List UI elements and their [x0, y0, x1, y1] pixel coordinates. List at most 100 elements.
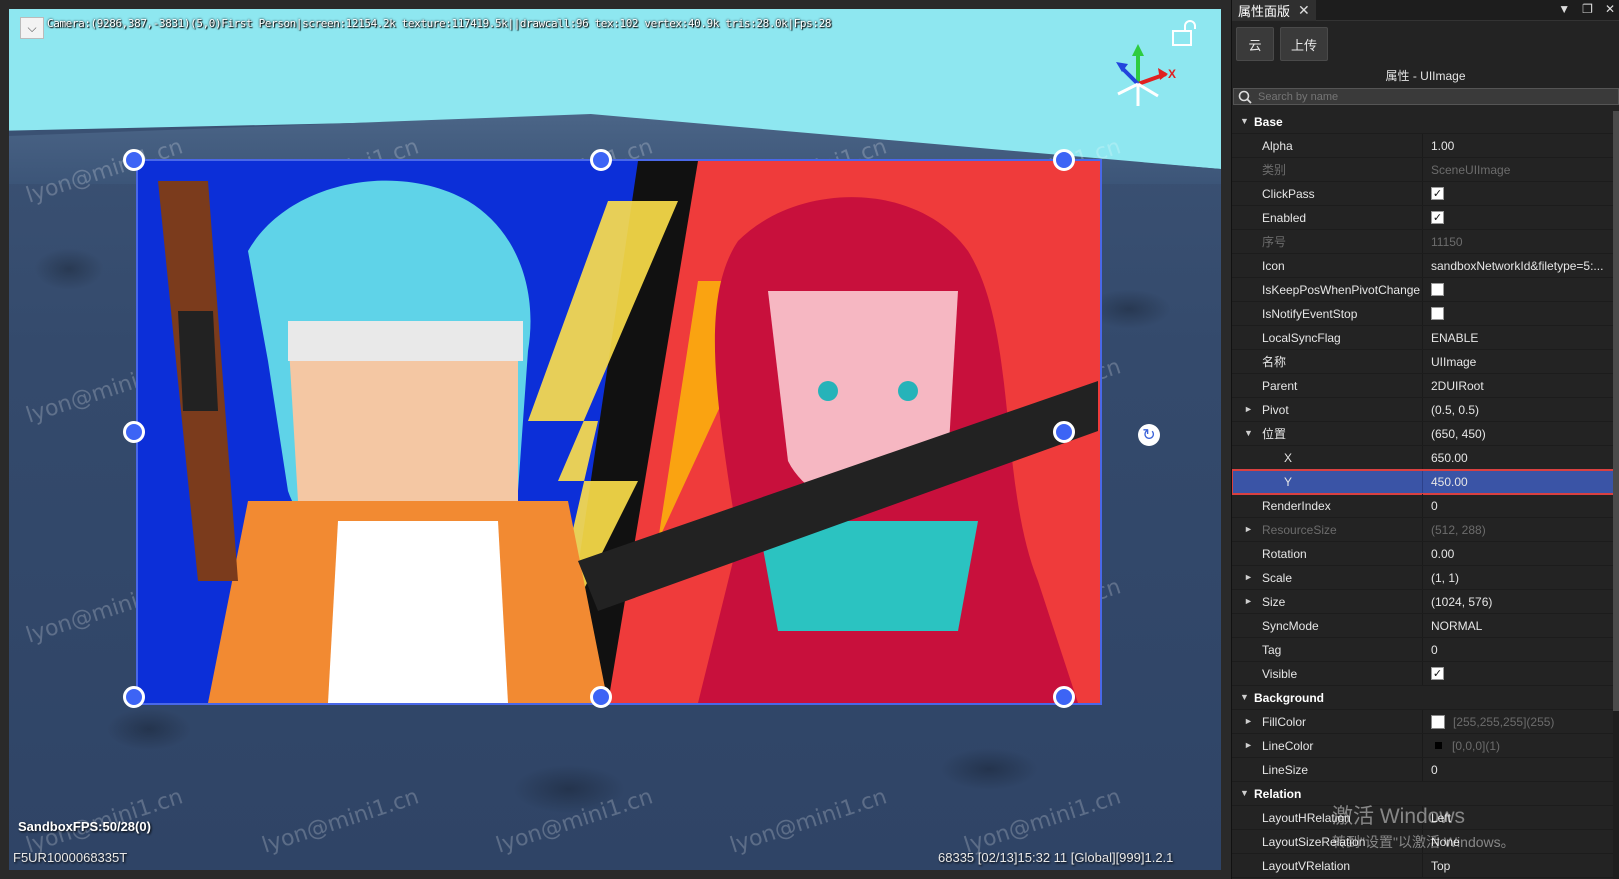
- caret-down-icon[interactable]: ▼: [1244, 428, 1253, 438]
- prop-parent[interactable]: Parent 2DUIRoot: [1232, 374, 1619, 398]
- upload-button[interactable]: 上传: [1280, 27, 1329, 61]
- scrollbar-thumb[interactable]: [1613, 111, 1619, 711]
- watermark: lyon@mini1.cn: [961, 784, 1125, 859]
- enabled-checkbox[interactable]: ✓: [1431, 211, 1444, 224]
- keeppos-checkbox[interactable]: [1431, 283, 1444, 296]
- panel-window-controls: ▼ ❐ ✕: [1558, 2, 1615, 16]
- prop-position[interactable]: ▼ 位置 (650, 450): [1232, 422, 1619, 446]
- prop-localsync[interactable]: LocalSyncFlag ENABLE: [1232, 326, 1619, 350]
- prop-vrelation[interactable]: LayoutVRelation Top: [1232, 854, 1619, 878]
- prop-visible[interactable]: Visible ✓: [1232, 662, 1619, 686]
- prop-icon[interactable]: Icon sandboxNetworkId&filetype=5:...: [1232, 254, 1619, 278]
- prop-alpha[interactable]: Alpha 1.00: [1232, 134, 1619, 158]
- caret-right-icon[interactable]: ►: [1244, 404, 1253, 414]
- section-base[interactable]: ▼ Base: [1232, 110, 1619, 134]
- pivot-value[interactable]: (0.5, 0.5): [1422, 398, 1619, 421]
- build-status: 68335 [02/13]15:32 11 [Global][999]1.2.1: [938, 850, 1174, 865]
- prop-clickpass[interactable]: ClickPass ✓: [1232, 182, 1619, 206]
- linesize-value[interactable]: 0: [1422, 758, 1619, 781]
- vrelation-value[interactable]: Top: [1422, 854, 1619, 877]
- caret-down-icon: ▼: [1240, 692, 1249, 702]
- prop-syncmode[interactable]: SyncMode NORMAL: [1232, 614, 1619, 638]
- renderindex-value[interactable]: 0: [1422, 494, 1619, 517]
- prop-pivot[interactable]: ► Pivot (0.5, 0.5): [1232, 398, 1619, 422]
- prop-keeppos[interactable]: IsKeepPosWhenPivotChange: [1232, 278, 1619, 302]
- prop-notifystop[interactable]: IsNotifyEventStop: [1232, 302, 1619, 326]
- close-panel-icon[interactable]: ✕: [1605, 2, 1615, 16]
- resize-handle-top-left[interactable]: [123, 149, 145, 171]
- caret-right-icon[interactable]: ►: [1244, 740, 1253, 750]
- gizmo-axis-x-label: X: [1168, 67, 1176, 81]
- syncmode-value[interactable]: NORMAL: [1422, 614, 1619, 637]
- fps-counter: SandboxFPS:50/28(0): [18, 819, 151, 834]
- resize-handle-bottom-left[interactable]: [123, 686, 145, 708]
- watermark: lyon@mini1.cn: [493, 784, 657, 859]
- size-value[interactable]: (1024, 576): [1422, 590, 1619, 613]
- resize-handle-bottom[interactable]: [590, 686, 612, 708]
- prop-name[interactable]: 名称 UIImage: [1232, 350, 1619, 374]
- section-relation[interactable]: ▼ Relation: [1232, 782, 1619, 806]
- caret-right-icon[interactable]: ►: [1244, 596, 1253, 606]
- prop-tag[interactable]: Tag 0: [1232, 638, 1619, 662]
- section-background[interactable]: ▼ Background: [1232, 686, 1619, 710]
- prop-linecolor[interactable]: ► LineColor [0,0,0](1): [1232, 734, 1619, 758]
- sizerelation-value[interactable]: None: [1422, 830, 1619, 853]
- icon-value[interactable]: sandboxNetworkId&filetype=5:...: [1422, 254, 1619, 277]
- hrelation-value[interactable]: Left: [1422, 806, 1619, 829]
- restore-icon[interactable]: ❐: [1582, 2, 1593, 16]
- search-icon: [1238, 90, 1252, 104]
- cloud-button[interactable]: 云: [1236, 27, 1274, 61]
- clickpass-checkbox[interactable]: ✓: [1431, 187, 1444, 200]
- caret-down-icon: ▼: [1240, 788, 1249, 798]
- rotate-handle-icon[interactable]: ↻: [1138, 424, 1160, 446]
- prop-position-y[interactable]: Y 450.00: [1232, 469, 1619, 495]
- prop-resourcesize[interactable]: ► ResourceSize (512, 288): [1232, 518, 1619, 542]
- scene-viewport[interactable]: lyon@mini1.cn lyon@mini1.cn lyon@mini1.c…: [0, 0, 1231, 879]
- resize-handle-right[interactable]: [1053, 421, 1075, 443]
- tag-value[interactable]: 0: [1422, 638, 1619, 661]
- linecolor-swatch[interactable]: [1435, 742, 1442, 749]
- prop-linesize[interactable]: LineSize 0: [1232, 758, 1619, 782]
- name-value[interactable]: UIImage: [1422, 350, 1619, 373]
- prop-scale[interactable]: ► Scale (1, 1): [1232, 566, 1619, 590]
- search-box[interactable]: [1233, 88, 1619, 105]
- visible-checkbox[interactable]: ✓: [1431, 667, 1444, 680]
- parent-value[interactable]: 2DUIRoot: [1422, 374, 1619, 397]
- caret-right-icon[interactable]: ►: [1244, 716, 1253, 726]
- prop-sizerelation[interactable]: LayoutSizeRelation None: [1232, 830, 1619, 854]
- prop-position-x[interactable]: X 650.00: [1232, 446, 1619, 470]
- vs-artwork: [138, 161, 1100, 703]
- selected-ui-image[interactable]: [136, 159, 1102, 705]
- resize-handle-top[interactable]: [590, 149, 612, 171]
- caret-right-icon[interactable]: ►: [1244, 572, 1253, 582]
- panel-subtitle: 属性 - UIImage: [1385, 69, 1466, 83]
- axis-gizmo[interactable]: X: [1108, 44, 1176, 114]
- prop-rotation[interactable]: Rotation 0.00: [1232, 542, 1619, 566]
- prop-renderindex[interactable]: RenderIndex 0: [1232, 494, 1619, 518]
- position-y-value[interactable]: 450.00: [1422, 470, 1619, 493]
- panel-toolbar: 云 上传: [1232, 21, 1619, 64]
- resize-handle-top-right[interactable]: [1053, 149, 1075, 171]
- watermark: lyon@mini1.cn: [727, 784, 891, 859]
- prop-size[interactable]: ► Size (1024, 576): [1232, 590, 1619, 614]
- prop-category: 类别 SceneUIImage: [1232, 158, 1619, 182]
- tab-property-panel[interactable]: 属性面版 ✕: [1232, 0, 1316, 21]
- close-icon[interactable]: ✕: [1298, 2, 1310, 19]
- search-input[interactable]: [1258, 90, 1558, 103]
- localsync-value[interactable]: ENABLE: [1422, 326, 1619, 349]
- notifystop-checkbox[interactable]: [1431, 307, 1444, 320]
- prop-hrelation[interactable]: LayoutHRelation Left: [1232, 806, 1619, 830]
- dropdown-arrow-icon[interactable]: ▼: [1558, 2, 1570, 16]
- rotation-value[interactable]: 0.00: [1422, 542, 1619, 565]
- alpha-value[interactable]: 1.00: [1422, 134, 1619, 157]
- prop-enabled[interactable]: Enabled ✓: [1232, 206, 1619, 230]
- prop-fillcolor[interactable]: ► FillColor [255,255,255](255): [1232, 710, 1619, 734]
- caret-right-icon[interactable]: ►: [1244, 524, 1253, 534]
- scale-value[interactable]: (1, 1): [1422, 566, 1619, 589]
- position-x-value[interactable]: 650.00: [1422, 446, 1619, 469]
- resize-handle-bottom-right[interactable]: [1053, 686, 1075, 708]
- fillcolor-swatch[interactable]: [1431, 714, 1445, 729]
- position-value[interactable]: (650, 450): [1422, 422, 1619, 445]
- resize-handle-left[interactable]: [123, 421, 145, 443]
- hud-toggle-button[interactable]: ⌵: [20, 17, 44, 39]
